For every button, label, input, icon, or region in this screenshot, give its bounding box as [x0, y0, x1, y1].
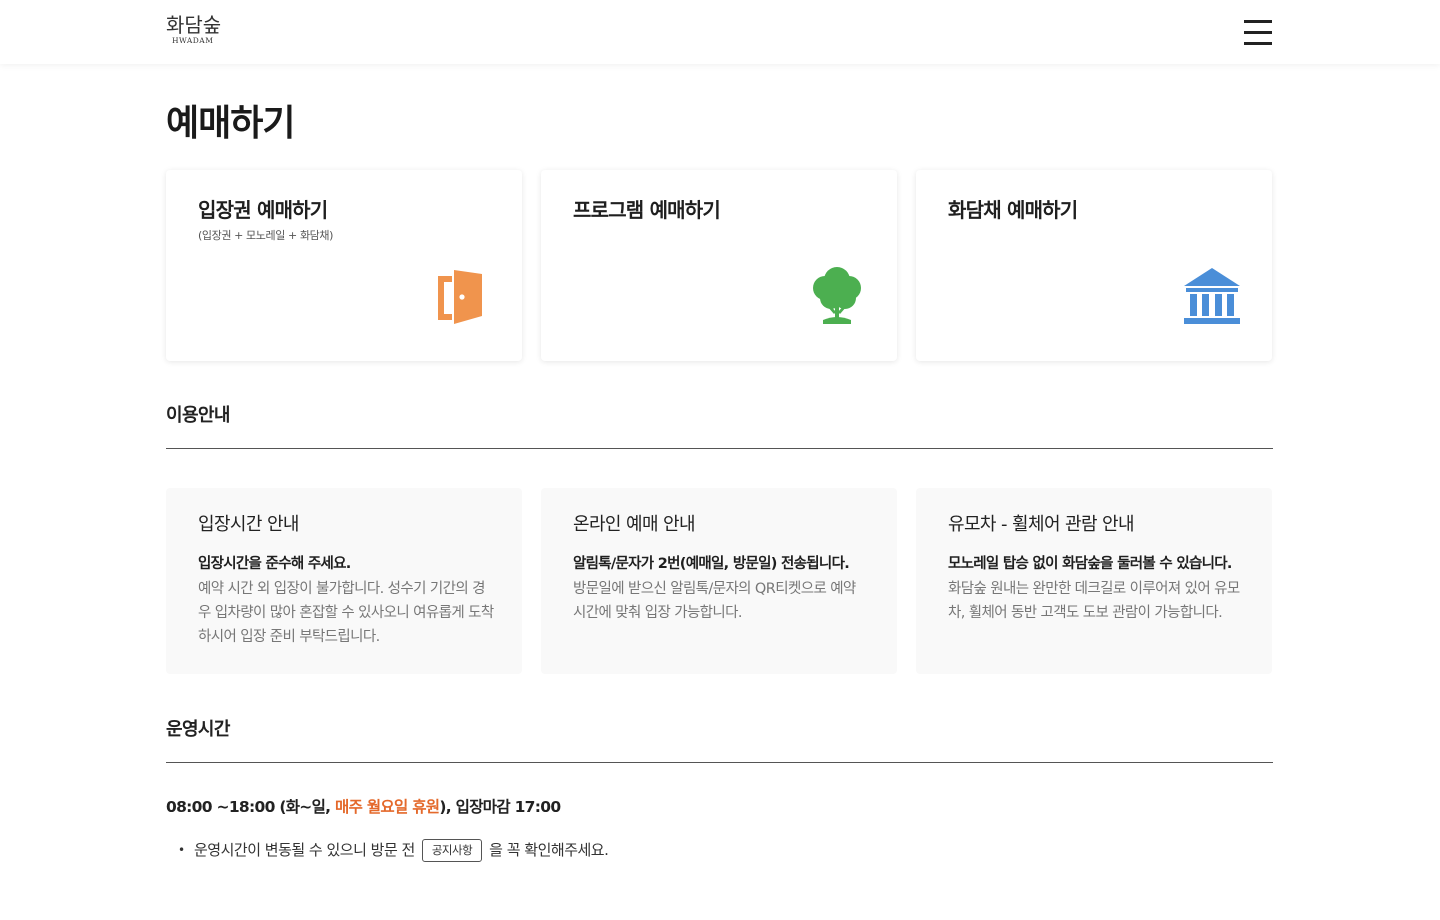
online-booking-info-headline: 알림톡/문자가 2번(예매일, 방문일) 전송됩니다. [573, 556, 850, 572]
stroller-wheelchair-info-card: 유모차 - 휠체어 관람 안내 모노레일 탑승 없이 화담숲을 둘러볼 수 있습… [916, 488, 1272, 674]
online-booking-info-card: 온라인 예매 안내 알림톡/문자가 2번(예매일, 방문일) 전송됩니다. 방문… [541, 488, 897, 674]
stroller-wheelchair-info-title: 유모차 - 휠체어 관람 안내 [948, 514, 1135, 535]
ticket-booking-card[interactable]: 입장권 예매하기 (입장권 + 모노레일 + 화담채) [166, 170, 522, 361]
closed-day-highlight: 매주 월요일 휴원 [335, 798, 440, 816]
hwadamchae-booking-title: 화담채 예매하기 [948, 198, 1078, 222]
hwadamchae-booking-card[interactable]: 화담채 예매하기 [916, 170, 1272, 361]
operating-hours-text: 08:00 ~18:00 (화~일, 매주 월요일 휴원), 입장마감 17:0… [166, 795, 561, 819]
menu-bar-bottom [1244, 42, 1272, 45]
menu-bar-top [1244, 20, 1272, 23]
online-booking-info-body: 방문일에 받으신 알림톡/문자의 QR티켓으로 예약 시간에 맞춰 입장 가능합… [573, 581, 856, 621]
ticket-booking-subtitle: (입장권 + 모노레일 + 화담채) [198, 229, 334, 242]
stroller-wheelchair-info-body: 화담숲 원내는 완만한 데크길로 이루어져 있어 유모차, 휠체어 동반 고객도… [948, 581, 1240, 621]
site-header: 화담숲 HWADAM [0, 0, 1440, 64]
program-booking-card[interactable]: 프로그램 예매하기 [541, 170, 897, 361]
site-logo[interactable]: 화담숲 HWADAM [166, 14, 236, 46]
door-icon [438, 270, 482, 324]
ticket-booking-title: 입장권 예매하기 [198, 198, 328, 222]
stroller-wheelchair-info-headline: 모노레일 탑승 없이 화담숲을 둘러볼 수 있습니다. [948, 556, 1232, 572]
menu-bar-middle [1244, 31, 1272, 34]
entry-time-info-headline: 입장시간을 준수해 주세요. [198, 556, 351, 572]
entry-time-info-body: 예약 시간 외 입장이 불가합니다. 성수기 기간의 경우 입차량이 많아 혼잡… [198, 581, 494, 645]
usage-guide-title: 이용안내 [166, 405, 230, 426]
operating-hours-divider [166, 762, 1273, 763]
hamburger-menu-icon[interactable] [1242, 18, 1274, 46]
operating-hours-title: 운영시간 [166, 719, 230, 740]
hours-prefix: 08:00 ~18:00 (화~일, [166, 798, 336, 816]
page-title: 예매하기 [166, 103, 295, 144]
program-booking-title: 프로그램 예매하기 [573, 198, 721, 222]
hours-suffix: ), 입장마감 17:00 [439, 798, 561, 816]
notice-reminder: • 운영시간이 변동될 수 있으니 방문 전 공지사항 을 꼭 확인해주세요. [178, 838, 609, 862]
notice-text-before: 운영시간이 변동될 수 있으니 방문 전 [194, 841, 415, 859]
online-booking-info-title: 온라인 예매 안내 [573, 514, 696, 535]
usage-guide-divider [166, 448, 1273, 449]
entry-time-info-card: 입장시간 안내 입장시간을 준수해 주세요. 예약 시간 외 입장이 불가합니다… [166, 488, 522, 674]
tree-icon [813, 267, 861, 324]
bullet-dot-icon: • [178, 843, 185, 857]
logo-korean-text: 화담숲 [166, 13, 222, 37]
notice-text-after: 을 꼭 확인해주세요. [489, 841, 609, 859]
logo-english-text: HWADAM [172, 36, 214, 45]
notice-link-button[interactable]: 공지사항 [421, 838, 483, 862]
museum-icon [1184, 268, 1240, 324]
entry-time-info-title: 입장시간 안내 [198, 514, 299, 535]
